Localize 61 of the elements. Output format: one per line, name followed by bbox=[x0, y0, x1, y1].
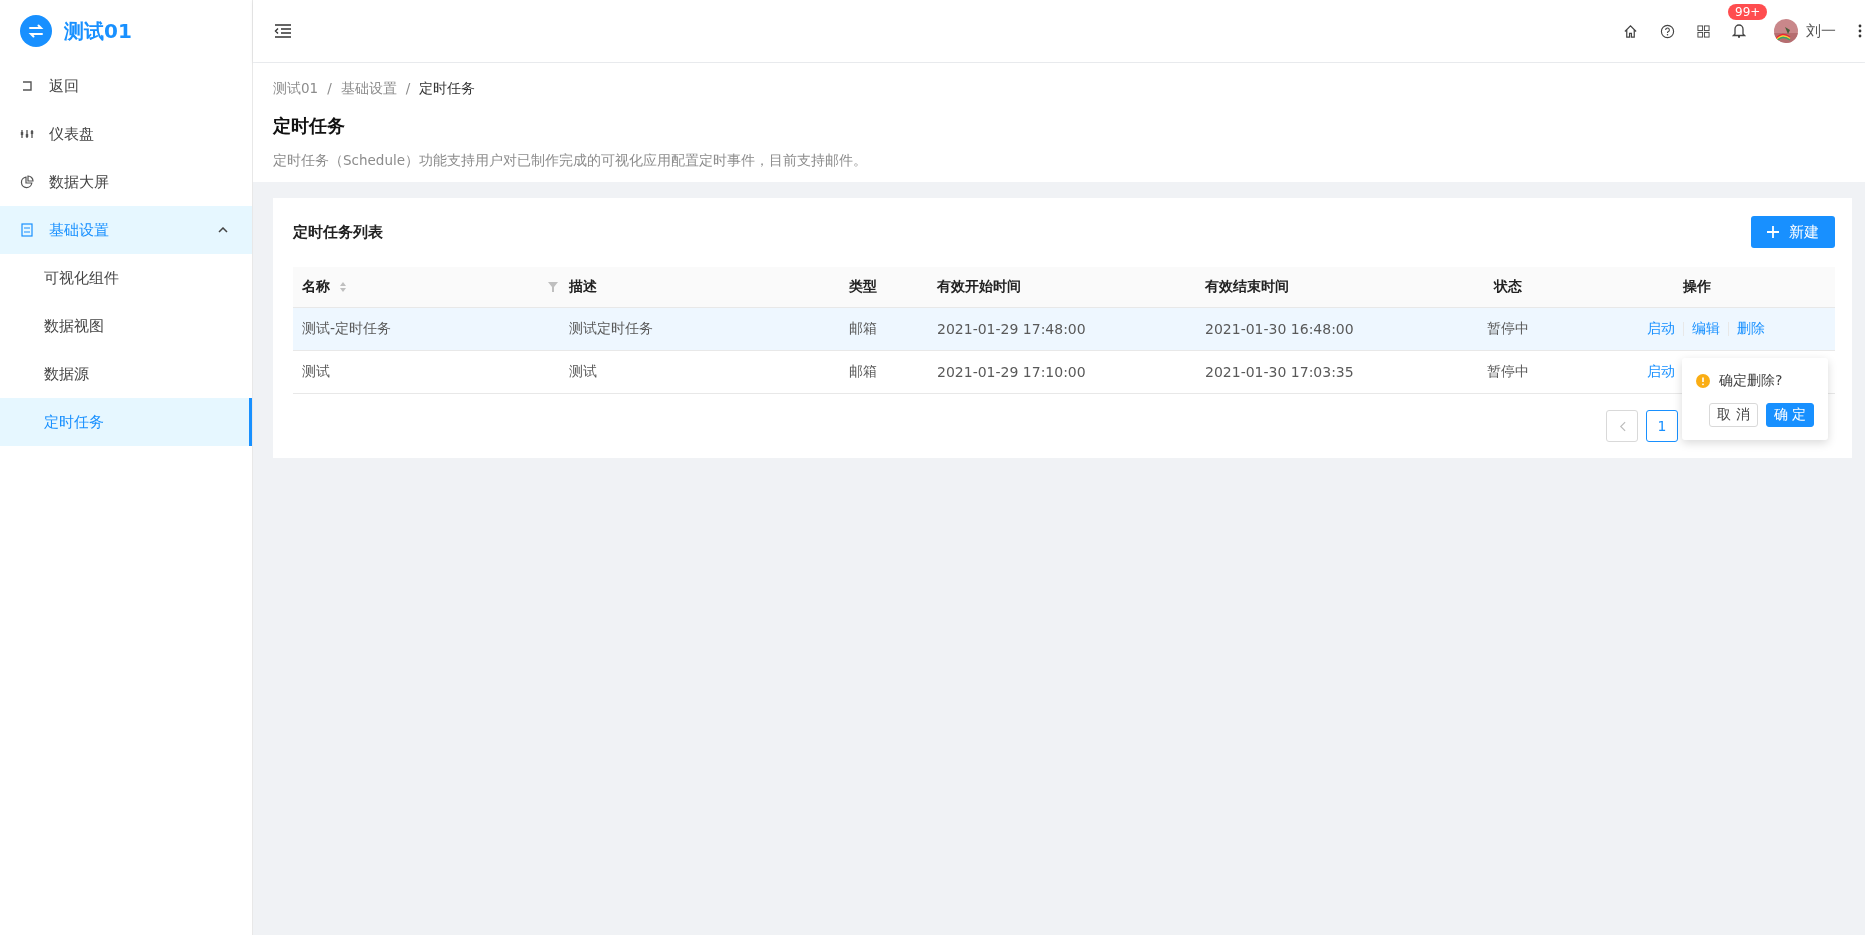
document-icon bbox=[20, 223, 34, 237]
table-cell-text: 2021-01-29 17:10:00 bbox=[936, 364, 1087, 380]
return-icon bbox=[20, 79, 34, 93]
breadcrumb-item: 定时任务 bbox=[419, 80, 476, 98]
chevron-left-icon bbox=[1618, 420, 1626, 432]
column-header: 有效开始时间 bbox=[936, 278, 1022, 296]
breadcrumb-separator: / bbox=[327, 80, 332, 98]
table-cell-text: 测试 bbox=[301, 363, 331, 381]
table-cell-text: 2021-01-30 17:03:35 bbox=[1204, 364, 1355, 380]
menu-fold-icon[interactable] bbox=[274, 24, 292, 38]
menu-item[interactable]: 仪表盘 bbox=[0, 110, 252, 158]
breadcrumb-separator: / bbox=[405, 80, 411, 98]
page-title: 定时任务 bbox=[273, 115, 346, 138]
table-cell-text: 暂停中 bbox=[1486, 363, 1530, 381]
logo-icon bbox=[20, 15, 52, 47]
caret-icon bbox=[218, 227, 228, 233]
notification-badge: 99+ bbox=[1728, 4, 1768, 20]
plus-icon bbox=[1767, 226, 1779, 238]
table-cell-text: 测试 bbox=[568, 363, 598, 381]
apps-icon[interactable] bbox=[1697, 24, 1710, 38]
submenu-item[interactable]: 数据源 bbox=[0, 350, 252, 398]
page-description: 定时任务（Schedule）功能支持用户对已制作完成的可视化应用配置定时事件，目前支持邮件。 bbox=[273, 152, 869, 170]
column-header: 状态 bbox=[1492, 278, 1523, 296]
table-cell-text: 邮箱 bbox=[848, 363, 878, 381]
column-header: 有效结束时间 bbox=[1204, 278, 1290, 296]
table-cell-text: 邮箱 bbox=[848, 320, 878, 338]
submenu-item[interactable]: 数据视图 bbox=[0, 302, 252, 350]
warning-icon bbox=[1696, 374, 1710, 388]
app-title: 测试01 bbox=[64, 17, 132, 45]
column-header: 类型 bbox=[848, 278, 878, 296]
column-header: 操作 bbox=[1681, 278, 1712, 296]
menu-item[interactable]: 返回 bbox=[0, 62, 252, 110]
sliders-icon bbox=[20, 127, 34, 141]
user-name[interactable]: 刘一 bbox=[1806, 21, 1836, 41]
submenu-item[interactable]: 可视化组件 bbox=[0, 254, 252, 302]
card-title: 定时任务列表 bbox=[293, 222, 383, 242]
page-button[interactable]: 1 bbox=[1646, 410, 1678, 442]
home-icon[interactable] bbox=[1623, 23, 1638, 39]
breadcrumb-item[interactable]: 测试01 bbox=[273, 80, 319, 98]
more-icon[interactable] bbox=[1858, 23, 1862, 39]
table-cell-text: 测试-定时任务 bbox=[301, 320, 393, 338]
action-link[interactable]: 删除 bbox=[1737, 320, 1765, 338]
new-button[interactable]: 新建 bbox=[1751, 216, 1835, 248]
breadcrumb-item[interactable]: 基础设置 bbox=[340, 80, 397, 98]
table-cell-text: 测试定时任务 bbox=[568, 320, 654, 338]
bell-icon[interactable] bbox=[1732, 23, 1746, 39]
table-cell-text: 暂停中 bbox=[1486, 320, 1530, 338]
confirm-message: 确定删除? bbox=[1719, 372, 1783, 390]
help-icon[interactable] bbox=[1660, 23, 1675, 39]
cancel-button[interactable]: 取 消 bbox=[1709, 403, 1758, 427]
column-header: 描述 bbox=[568, 278, 598, 296]
submenu-item[interactable]: 定时任务 bbox=[0, 398, 252, 446]
action-link[interactable]: 启动 bbox=[1647, 363, 1675, 381]
table-cell-text: 2021-01-30 16:48:00 bbox=[1204, 321, 1355, 337]
menu-item[interactable]: 基础设置 bbox=[0, 206, 252, 254]
table-cell-text: 2021-01-29 17:48:00 bbox=[936, 321, 1087, 337]
pie-chart-icon bbox=[20, 175, 34, 189]
menu-item[interactable]: 数据大屏 bbox=[0, 158, 252, 206]
action-link[interactable]: 启动 bbox=[1647, 320, 1675, 338]
confirm-button[interactable]: 确 定 bbox=[1765, 403, 1814, 427]
action-link[interactable]: 编辑 bbox=[1692, 320, 1720, 338]
